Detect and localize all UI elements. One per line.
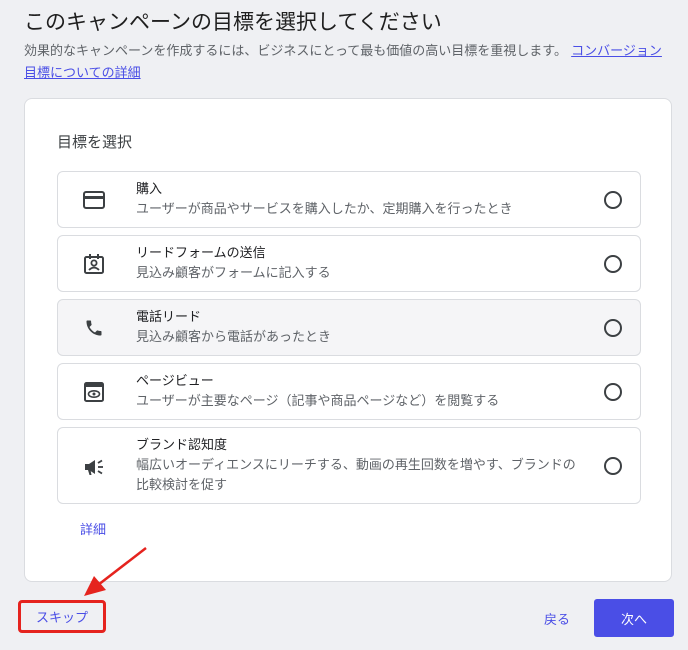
goal-option-lead-form[interactable]: リードフォームの送信 見込み顧客がフォームに記入する: [57, 235, 641, 292]
goal-option-text: 電話リード 見込み顧客から電話があったとき: [136, 308, 580, 348]
goal-option-desc: ユーザーが主要なページ（記事や商品ページなど）を閲覧する: [136, 394, 500, 409]
goal-option-phone-lead[interactable]: 電話リード 見込み顧客から電話があったとき: [57, 299, 641, 356]
skip-button[interactable]: スキップ: [21, 603, 103, 630]
goal-option-title: 購入: [136, 182, 163, 197]
goal-option-title: 電話リード: [136, 310, 202, 325]
goal-option-brand-awareness[interactable]: ブランド認知度 幅広いオーディエンスにリーチする、動画の再生回数を増やす、ブラン…: [57, 427, 641, 504]
page-description: 効果的なキャンペーンを作成するには、ビジネスにとって最も価値の高い目標を重視しま…: [24, 41, 674, 85]
next-button[interactable]: 次へ: [594, 599, 674, 637]
goal-option-title: ブランド認知度: [136, 438, 228, 453]
goal-option-page-view[interactable]: ページビュー ユーザーが主要なページ（記事や商品ページなど）を閲覧する: [57, 363, 641, 420]
goal-radio-page-view[interactable]: [604, 383, 622, 401]
phone-icon: [82, 316, 106, 340]
page-description-text: 効果的なキャンペーンを作成するには、ビジネスにとって最も価値の高い目標を重視しま…: [24, 44, 568, 59]
goal-radio-phone-lead[interactable]: [604, 319, 622, 337]
goal-radio-purchase[interactable]: [604, 191, 622, 209]
goal-option-purchase[interactable]: 購入 ユーザーが商品やサービスを購入したか、定期購入を行ったとき: [57, 171, 641, 228]
more-details-link[interactable]: 詳細: [80, 519, 106, 538]
goal-radio-lead-form[interactable]: [604, 255, 622, 273]
goal-option-text: ページビュー ユーザーが主要なページ（記事や商品ページなど）を閲覧する: [136, 372, 580, 412]
goal-option-desc: ユーザーが商品やサービスを購入したか、定期購入を行ったとき: [136, 202, 513, 217]
goal-option-text: ブランド認知度 幅広いオーディエンスにリーチする、動画の再生回数を増やす、ブラン…: [136, 436, 580, 496]
goal-card: 目標を選択 購入 ユーザーが商品やサービスを購入したか、定期購入を行ったとき リ…: [24, 98, 672, 582]
goal-option-desc: 幅広いオーディエンスにリーチする、動画の再生回数を増やす、ブランドの比較検討を促…: [136, 458, 576, 493]
contact-form-icon: [82, 252, 106, 276]
goal-radio-brand-awareness[interactable]: [604, 457, 622, 475]
goal-option-text: 購入 ユーザーが商品やサービスを購入したか、定期購入を行ったとき: [136, 180, 580, 220]
megaphone-icon: [82, 455, 106, 479]
card-heading: 目標を選択: [57, 133, 133, 151]
goal-option-title: ページビュー: [136, 374, 214, 389]
credit-card-icon: [82, 188, 106, 212]
page-title: このキャンペーンの目標を選択してください: [24, 10, 442, 34]
back-button[interactable]: 戻る: [533, 604, 581, 632]
pageview-icon: [82, 380, 106, 404]
goal-option-title: リードフォームの送信: [136, 246, 266, 261]
goal-option-text: リードフォームの送信 見込み顧客がフォームに記入する: [136, 244, 580, 284]
goal-option-desc: 見込み顧客から電話があったとき: [136, 330, 332, 345]
goal-option-desc: 見込み顧客がフォームに記入する: [136, 266, 331, 281]
